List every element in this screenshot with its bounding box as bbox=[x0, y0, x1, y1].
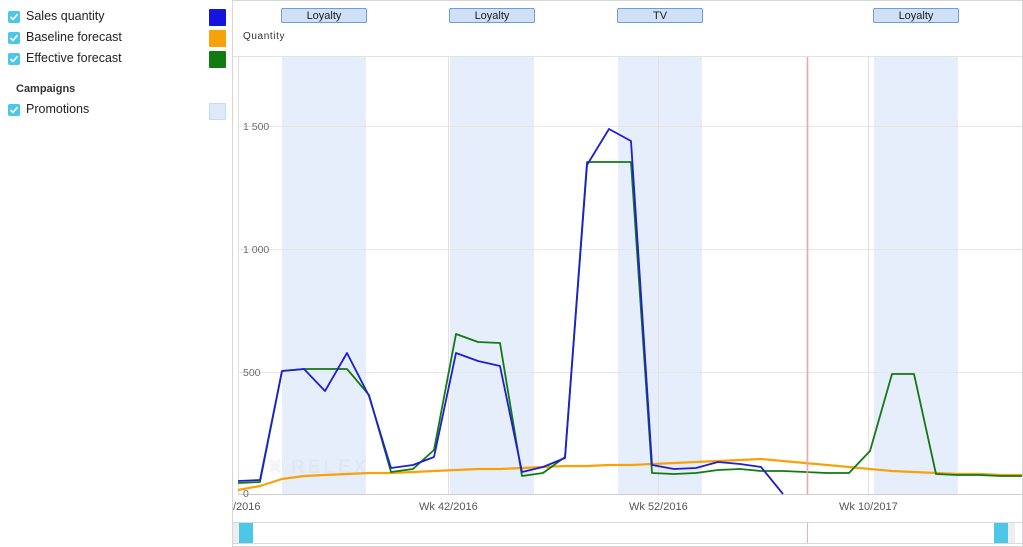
legend-label: Sales quantity bbox=[26, 9, 105, 23]
plot-area[interactable]: RELEX 1 500 1 000 500 0 bbox=[233, 1, 1022, 507]
x-axis-tick-labels: /2016 Wk 42/2016 Wk 52/2016 Wk 10/2017 bbox=[233, 499, 1022, 521]
checkbox-checked-icon[interactable] bbox=[8, 31, 20, 44]
x-tick-label-2: Wk 42/2016 bbox=[419, 501, 478, 513]
svg-text:500: 500 bbox=[243, 367, 261, 379]
series-legend-list: Sales quantity Baseline forecast Effecti… bbox=[0, 0, 232, 120]
color-swatch-sales-quantity bbox=[209, 9, 226, 26]
x-tick-label-1: /2016 bbox=[233, 501, 261, 513]
x-tick-label-4: Wk 10/2017 bbox=[839, 501, 898, 513]
legend-label: Effective forecast bbox=[26, 51, 122, 65]
legend-item-promotions[interactable]: Promotions bbox=[8, 99, 232, 120]
y-axis-tick-labels: 1 500 1 000 500 0 bbox=[243, 121, 269, 500]
checkbox-checked-icon[interactable] bbox=[8, 10, 20, 23]
legend-panel: Sales quantity Baseline forecast Effecti… bbox=[0, 0, 232, 547]
legend-label: Baseline forecast bbox=[26, 30, 122, 44]
svg-text:1 000: 1 000 bbox=[243, 244, 269, 256]
color-swatch-effective-forecast bbox=[209, 51, 226, 68]
legend-label: Promotions bbox=[26, 102, 90, 116]
campaigns-section-title: Campaigns bbox=[16, 83, 76, 95]
range-navigator[interactable] bbox=[233, 522, 1022, 544]
range-handle-left[interactable] bbox=[239, 523, 253, 543]
legend-item-effective-forecast[interactable]: Effective forecast bbox=[8, 48, 232, 69]
checkbox-checked-icon[interactable] bbox=[8, 52, 20, 65]
chart-panel: Loyalty Loyalty TV Loyalty Quantity RELE… bbox=[232, 0, 1023, 547]
color-swatch-baseline-forecast bbox=[209, 30, 226, 47]
navigator-right-edge bbox=[1008, 523, 1015, 543]
legend-item-baseline-forecast[interactable]: Baseline forecast bbox=[8, 27, 232, 48]
promotion-bands bbox=[282, 57, 958, 494]
checkbox-checked-icon[interactable] bbox=[8, 103, 20, 116]
legend-item-sales-quantity[interactable]: Sales quantity bbox=[8, 6, 232, 27]
forecast-chart-screen: Sales quantity Baseline forecast Effecti… bbox=[0, 0, 1023, 547]
navigator-today-marker bbox=[807, 523, 808, 543]
svg-text:1 500: 1 500 bbox=[243, 121, 269, 133]
color-swatch-promotions bbox=[209, 103, 226, 120]
chart-svg: RELEX 1 500 1 000 500 0 bbox=[237, 57, 1022, 500]
range-handle-right[interactable] bbox=[994, 523, 1008, 543]
x-tick-label-3: Wk 52/2016 bbox=[629, 501, 688, 513]
